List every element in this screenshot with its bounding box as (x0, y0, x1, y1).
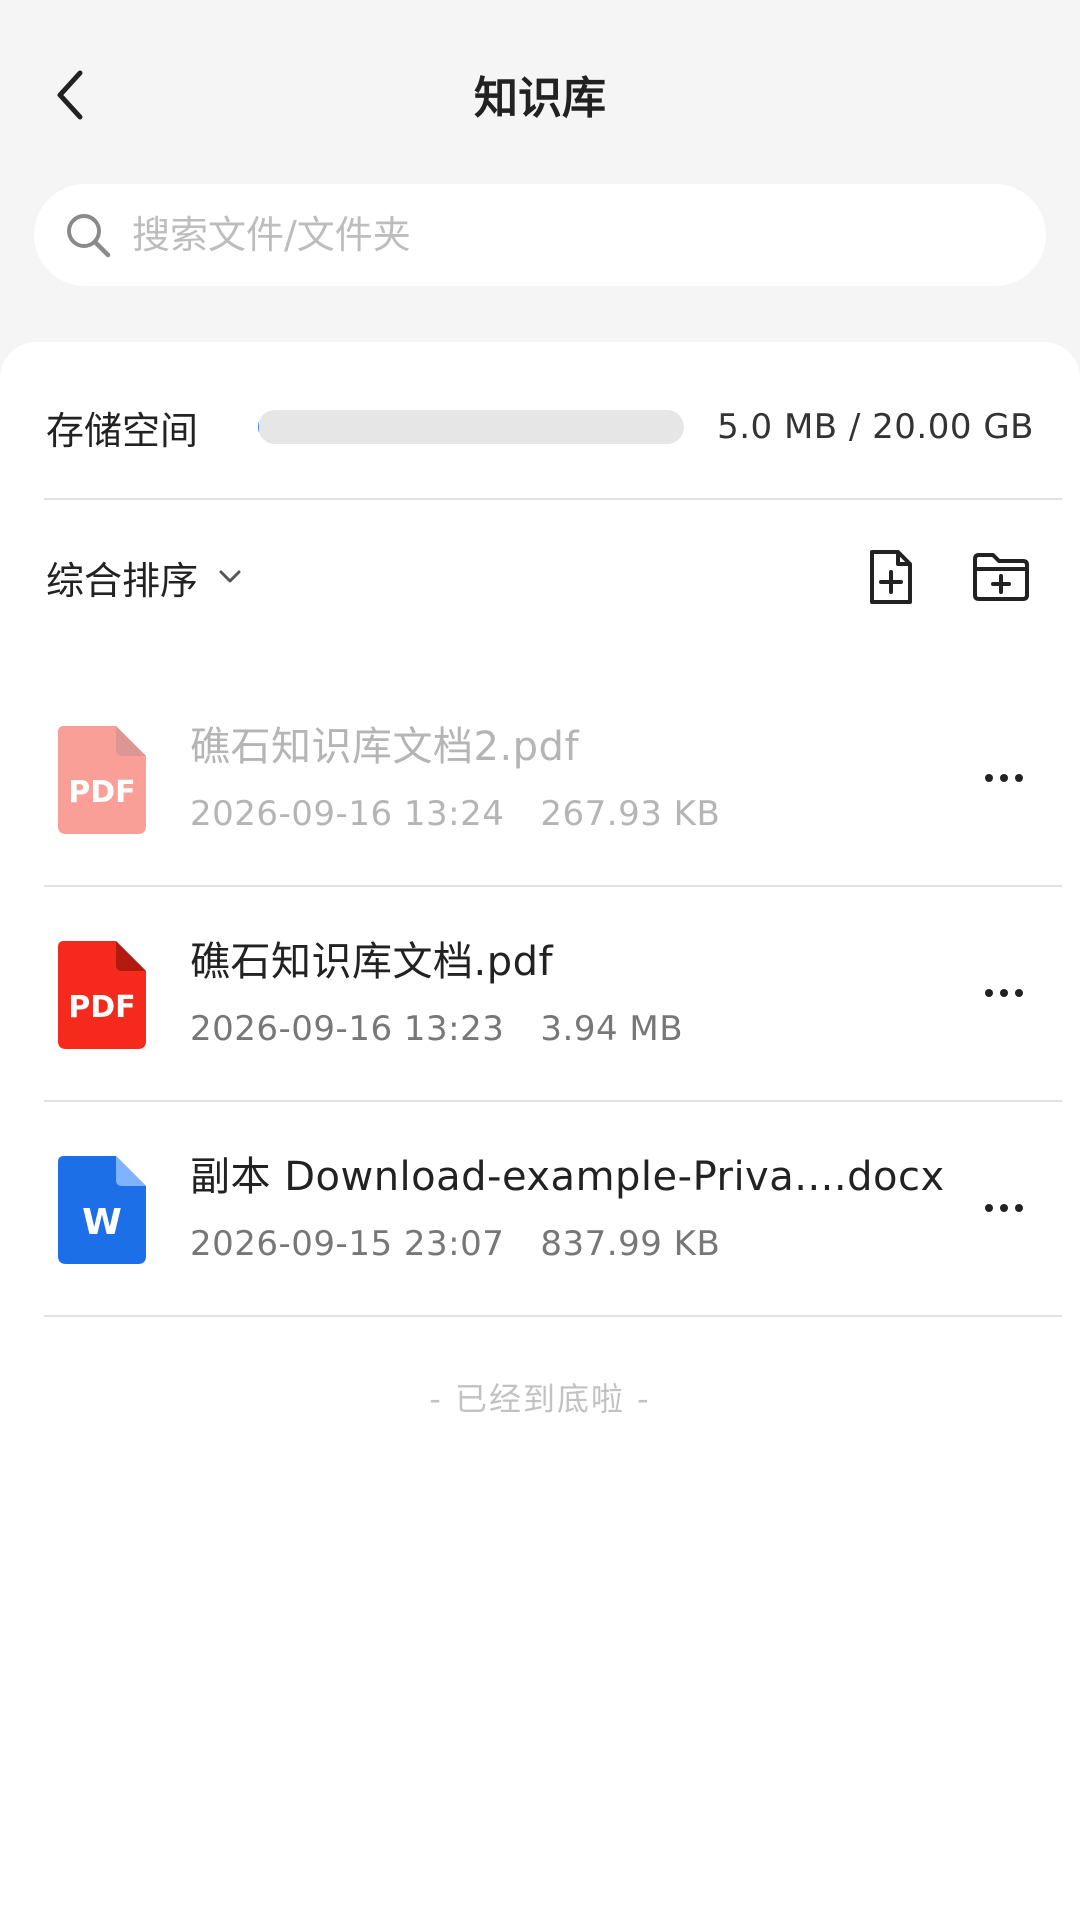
file-item[interactable]: PDF 礁石知识库文档2.pdf 2026-09-16 13:24 267.93 … (0, 672, 1080, 887)
file-size: 267.93 KB (540, 794, 721, 834)
word-icon-label: W (82, 1202, 122, 1243)
sort-label: 综合排序 (46, 558, 199, 603)
add-folder-icon (973, 553, 1029, 601)
file-meta: 2026-09-15 23:07 837.99 KB (190, 1224, 720, 1264)
content-sheet: 存储空间 5.0 MB / 20.00 GB 综合排序 PDF 礁石知识库文档2… (0, 342, 1080, 1920)
add-file-icon (870, 550, 912, 604)
more-dots-icon (985, 989, 993, 997)
pdf-file-icon: PDF (58, 941, 146, 1049)
file-item[interactable]: W 副本 Download-example-Priva....docx 2026… (0, 1102, 1080, 1317)
header: 知识库 (0, 0, 1080, 180)
divider (44, 1315, 1062, 1317)
more-options-button[interactable] (972, 973, 1036, 1013)
file-name: 礁石知识库文档2.pdf (190, 724, 580, 770)
more-options-button[interactable] (972, 1188, 1036, 1228)
file-date: 2026-09-16 13:23 (190, 1009, 505, 1049)
end-of-list-text: - 已经到底啦 - (429, 1380, 651, 1418)
file-date: 2026-09-16 13:24 (190, 794, 505, 834)
search-input[interactable] (132, 213, 1046, 257)
file-meta: 2026-09-16 13:24 267.93 KB (190, 794, 720, 834)
search-icon (62, 209, 114, 261)
file-list: PDF 礁石知识库文档2.pdf 2026-09-16 13:24 267.93 … (0, 672, 1080, 1317)
storage-row: 存储空间 5.0 MB / 20.00 GB (46, 397, 1034, 457)
add-file-button[interactable] (856, 542, 926, 612)
more-dots-icon (985, 774, 993, 782)
pdf-file-icon: PDF (58, 726, 146, 834)
more-dots-icon (985, 1204, 993, 1212)
file-size: 3.94 MB (540, 1009, 684, 1049)
chevron-down-icon (218, 569, 242, 585)
file-name: 礁石知识库文档.pdf (190, 939, 554, 985)
divider (44, 498, 1062, 500)
file-date: 2026-09-15 23:07 (190, 1224, 505, 1264)
storage-value: 5.0 MB / 20.00 GB (717, 407, 1034, 447)
page-title: 知识库 (474, 73, 606, 124)
file-item[interactable]: PDF 礁石知识库文档.pdf 2026-09-16 13:23 3.94 MB (0, 887, 1080, 1102)
search-bar[interactable] (34, 184, 1046, 286)
word-file-icon: W (58, 1156, 146, 1264)
pdf-icon-label: PDF (68, 775, 135, 810)
file-size: 837.99 KB (540, 1224, 721, 1264)
add-folder-button[interactable] (966, 542, 1036, 612)
storage-progress-bar (258, 410, 684, 444)
file-meta: 2026-09-16 13:23 3.94 MB (190, 1009, 683, 1049)
file-name: 副本 Download-example-Priva....docx (190, 1154, 945, 1200)
pdf-icon-label: PDF (68, 990, 135, 1025)
storage-label: 存储空间 (46, 408, 199, 453)
more-options-button[interactable] (972, 758, 1036, 798)
